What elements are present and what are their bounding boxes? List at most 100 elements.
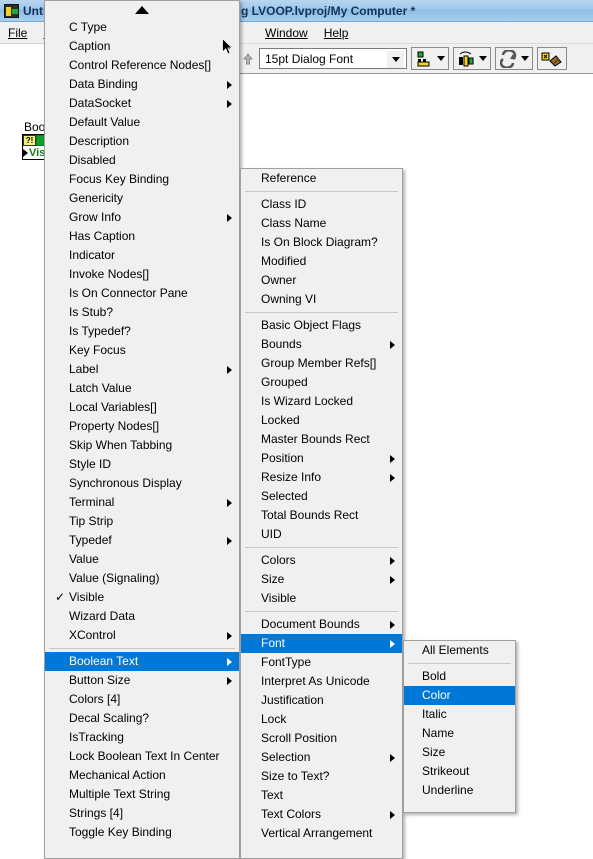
reference-item-group-member-refs[interactable]: Group Member Refs[] [241,354,402,373]
properties-item-disabled[interactable]: Disabled [45,151,239,170]
reference-item-owning-vi[interactable]: Owning VI [241,290,402,309]
properties-item-synchronous-display[interactable]: Synchronous Display [45,474,239,493]
reference-item-grouped[interactable]: Grouped [241,373,402,392]
properties-item-toggle-key-binding[interactable]: Toggle Key Binding [45,823,239,842]
reference-item-resize-info[interactable]: Resize Info [241,468,402,487]
properties-item-c-type[interactable]: C Type [45,18,239,37]
properties-item-invoke-nodes[interactable]: Invoke Nodes[] [45,265,239,284]
reference-item-vertical-arrangement[interactable]: Vertical Arrangement [241,824,402,843]
reference-item-document-bounds[interactable]: Document Bounds [241,615,402,634]
reference-item-text[interactable]: Text [241,786,402,805]
font-item-underline[interactable]: Underline [404,781,515,800]
reference-item-locked[interactable]: Locked [241,411,402,430]
properties-item-colors-4[interactable]: Colors [4] [45,690,239,709]
menubar-item-help[interactable]: Help [316,25,357,41]
properties-item-strings-4[interactable]: Strings [4] [45,804,239,823]
properties-item-typedef[interactable]: Typedef [45,531,239,550]
distribute-objects-button[interactable] [453,47,491,70]
properties-item-label[interactable]: Label [45,360,239,379]
properties-item-control-reference-nodes[interactable]: Control Reference Nodes[] [45,56,239,75]
scroll-up-arrow[interactable] [45,1,239,18]
properties-item-decal-scaling[interactable]: Decal Scaling? [45,709,239,728]
properties-item-istracking[interactable]: IsTracking [45,728,239,747]
properties-item-indicator[interactable]: Indicator [45,246,239,265]
reference-item-bounds[interactable]: Bounds [241,335,402,354]
reference-item-reference[interactable]: Reference [241,169,402,188]
properties-item-terminal[interactable]: Terminal [45,493,239,512]
text-settings-arrow-icon[interactable] [241,48,255,70]
reference-item-class-name[interactable]: Class Name [241,214,402,233]
properties-item-grow-info[interactable]: Grow Info [45,208,239,227]
properties-item-button-size[interactable]: Button Size [45,671,239,690]
reference-item-selected[interactable]: Selected [241,487,402,506]
properties-item-value-signaling[interactable]: Value (Signaling) [45,569,239,588]
properties-item-genericity[interactable]: Genericity [45,189,239,208]
font-item-size[interactable]: Size [404,743,515,762]
reference-item-position[interactable]: Position [241,449,402,468]
chevron-down-icon[interactable] [387,51,404,68]
reference-item-lock[interactable]: Lock [241,710,402,729]
reference-item-selection[interactable]: Selection [241,748,402,767]
reference-item-colors[interactable]: Colors [241,551,402,570]
reference-item-owner[interactable]: Owner [241,271,402,290]
right-window-titlebar[interactable]: g LVOOP.lvproj/My Computer * [239,0,593,22]
reference-item-font[interactable]: Font [241,634,402,653]
context-menu-properties[interactable]: C Type Caption Control Reference Nodes[] Da… [44,0,240,859]
properties-item-caption[interactable]: Caption [45,37,239,56]
properties-item-skip-when-tabbing[interactable]: Skip When Tabbing [45,436,239,455]
reference-item-uid[interactable]: UID [241,525,402,544]
font-combo[interactable]: 15pt Dialog Font [259,48,407,69]
properties-item-visible[interactable]: ✓ Visible [45,588,239,607]
properties-item-latch-value[interactable]: Latch Value [45,379,239,398]
reference-item-interpret-as-unicode[interactable]: Interpret As Unicode [241,672,402,691]
properties-item-data-binding[interactable]: Data Binding [45,75,239,94]
properties-item-style-id[interactable]: Style ID [45,455,239,474]
reference-item-fonttype[interactable]: FontType [241,653,402,672]
properties-item-datasocket[interactable]: DataSocket [45,94,239,113]
font-item-color[interactable]: Color [404,686,515,705]
menubar-item-file[interactable]: File [0,25,35,41]
properties-item-has-caption[interactable]: Has Caption [45,227,239,246]
properties-item-xcontrol[interactable]: XControl [45,626,239,645]
properties-item-lock-boolean-text-in-center[interactable]: Lock Boolean Text In Center [45,747,239,766]
clean-up-diagram-button[interactable] [537,47,567,70]
reference-item-modified[interactable]: Modified [241,252,402,271]
menubar-item-window[interactable]: Window [257,25,316,41]
properties-item-is-stub[interactable]: Is Stub? [45,303,239,322]
distribute-chevron-down-icon[interactable] [478,56,487,61]
reference-item-class-id[interactable]: Class ID [241,195,402,214]
reorder-button[interactable] [495,47,533,70]
properties-item-boolean-text[interactable]: Boolean Text [45,652,239,671]
context-menu-font[interactable]: All Elements Bold Color Italic Name Size Strik… [403,640,516,813]
properties-item-description[interactable]: Description [45,132,239,151]
reference-item-scroll-position[interactable]: Scroll Position [241,729,402,748]
properties-item-mechanical-action[interactable]: Mechanical Action [45,766,239,785]
font-item-bold[interactable]: Bold [404,667,515,686]
reference-item-is-on-block-diagram[interactable]: Is On Block Diagram? [241,233,402,252]
reference-item-size[interactable]: Size [241,570,402,589]
reference-item-text-colors[interactable]: Text Colors [241,805,402,824]
properties-item-local-variables[interactable]: Local Variables[] [45,398,239,417]
align-objects-button[interactable] [411,47,449,70]
properties-item-key-focus[interactable]: Key Focus [45,341,239,360]
reference-item-visible[interactable]: Visible [241,589,402,608]
font-item-all-elements[interactable]: All Elements [404,641,515,660]
properties-item-tip-strip[interactable]: Tip Strip [45,512,239,531]
context-menu-reference[interactable]: Reference Class ID Class Name Is On Block D… [240,168,403,859]
reorder-chevron-down-icon[interactable] [520,56,529,61]
reference-item-size-to-text[interactable]: Size to Text? [241,767,402,786]
properties-item-value[interactable]: Value [45,550,239,569]
properties-item-focus-key-binding[interactable]: Focus Key Binding [45,170,239,189]
font-item-italic[interactable]: Italic [404,705,515,724]
properties-item-wizard-data[interactable]: Wizard Data [45,607,239,626]
properties-item-property-nodes[interactable]: Property Nodes[] [45,417,239,436]
properties-item-is-on-connector-pane[interactable]: Is On Connector Pane [45,284,239,303]
properties-item-multiple-text-string[interactable]: Multiple Text String [45,785,239,804]
font-item-strikeout[interactable]: Strikeout [404,762,515,781]
reference-item-basic-object-flags[interactable]: Basic Object Flags [241,316,402,335]
reference-item-justification[interactable]: Justification [241,691,402,710]
properties-item-is-typedef[interactable]: Is Typedef? [45,322,239,341]
reference-item-master-bounds-rect[interactable]: Master Bounds Rect [241,430,402,449]
properties-item-default-value[interactable]: Default Value [45,113,239,132]
reference-item-total-bounds-rect[interactable]: Total Bounds Rect [241,506,402,525]
